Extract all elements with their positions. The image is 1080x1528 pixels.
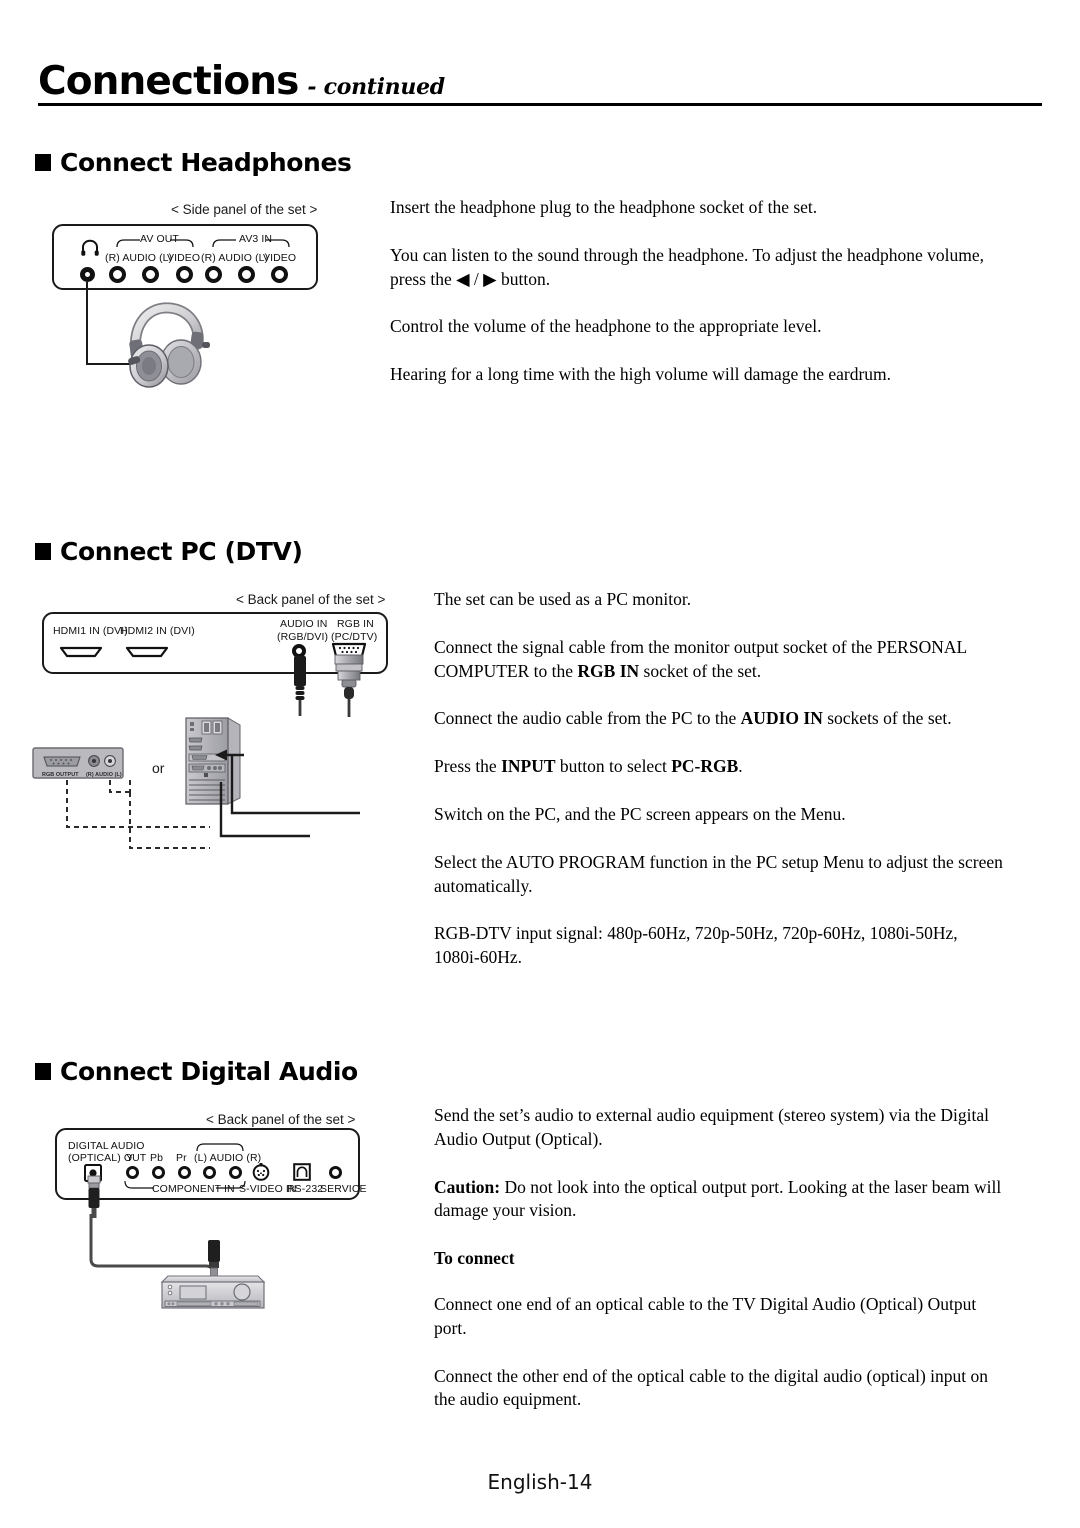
- section-heading-label: Connect Digital Audio: [60, 1057, 358, 1086]
- page-number-label: English-14: [487, 1470, 593, 1494]
- hdmi2-label: HDMI2 IN (DVI): [120, 625, 195, 637]
- component-y-label: Y: [126, 1152, 134, 1164]
- pc-or-label: or: [152, 760, 165, 776]
- hdmi2-port-icon: [125, 645, 169, 659]
- service-label: SERVICE: [320, 1183, 367, 1195]
- side-panel-caption: < Side panel of the set >: [171, 202, 318, 217]
- digital-audio-label-line2: (OPTICAL) OUT: [68, 1152, 147, 1164]
- component-in-label: COMPONENT IN: [152, 1183, 235, 1195]
- section-heading-label: Connect PC (DTV): [60, 537, 303, 566]
- component-pb-port: [152, 1166, 165, 1179]
- s-video-port-icon: [252, 1163, 270, 1181]
- rs232-label: RS-232: [287, 1183, 324, 1195]
- page-footer: English-14: [0, 1470, 1080, 1494]
- page-header: Connections - continued: [38, 62, 1042, 106]
- av3-in-audio-l-port: [238, 266, 255, 283]
- av-out-group-label: AV OUT: [140, 233, 179, 245]
- paragraph: Caution: Do not look into the optical ou…: [434, 1176, 1002, 1221]
- section-bullet-icon: [35, 1063, 51, 1080]
- paragraph: Press the INPUT button to select PC-RGB.: [434, 756, 743, 777]
- vga-plug-icon: [331, 654, 367, 717]
- page-title: Connections: [38, 59, 299, 104]
- headphones-illustration: [118, 300, 214, 388]
- section-heading-pc-dtv: Connect PC (DTV): [35, 537, 303, 566]
- pc-text-column: The set can be used as a PC monitor. Con…: [434, 588, 1004, 970]
- headphone-symbol-icon: [80, 239, 100, 256]
- section-heading-digital-audio: Connect Digital Audio: [35, 1057, 358, 1086]
- digital-audio-label-line1: DIGITAL AUDIO: [68, 1140, 145, 1152]
- section-heading-label: Connect Headphones: [60, 148, 352, 177]
- section-bullet-icon: [35, 154, 51, 171]
- av-out-video-label: VIDEO: [167, 252, 201, 264]
- pc-solid-wiring: [190, 752, 410, 872]
- component-pr-port: [178, 1166, 191, 1179]
- audio-lr-bracket: [196, 1142, 244, 1152]
- component-y-port: [126, 1166, 139, 1179]
- service-port: [329, 1166, 342, 1179]
- audio-in-label-line2: (RGB/DVI): [277, 631, 329, 643]
- paragraph: You can listen to the sound through the …: [390, 244, 985, 289]
- paragraph: Switch on the PC, and the PC screen appe…: [434, 803, 846, 824]
- audio-in-label-line1: AUDIO IN: [280, 618, 328, 630]
- av3-in-video-label: VIDEO: [263, 252, 297, 264]
- av-out-audio-r-port: [109, 266, 126, 283]
- paragraph: Select the AUTO PROGRAM function in the …: [434, 851, 1003, 896]
- av3-in-video-port: [271, 266, 288, 283]
- subheading: To connect: [434, 1248, 515, 1269]
- paragraph: Hearing for a long time with the high vo…: [390, 364, 892, 385]
- paragraph: The set can be used as a PC monitor.: [434, 589, 692, 609]
- hdmi1-port-icon: [59, 645, 103, 659]
- paragraph: Connect one end of an optical cable to t…: [434, 1293, 977, 1338]
- optical-cable-plug-top-icon: [85, 1175, 103, 1218]
- back-panel-caption-pc: < Back panel of the set >: [236, 592, 386, 607]
- paragraph: Insert the headphone plug to the headpho…: [390, 197, 818, 217]
- audio-cable-plug-icon: [288, 656, 312, 716]
- rs232-port-icon: [293, 1163, 311, 1181]
- stereo-receiver-illustration: [158, 1268, 268, 1318]
- paragraph: Connect the signal cable from the monito…: [434, 636, 967, 681]
- paragraph: Control the volume of the headphone to t…: [390, 316, 822, 337]
- audio-r-port: [229, 1166, 242, 1179]
- paragraph: Connect the other end of the optical cab…: [434, 1365, 989, 1410]
- headphone-jack-port: [80, 267, 95, 282]
- digital-audio-text-column: Send the set’s audio to external audio e…: [434, 1104, 1004, 1412]
- av3-in-audio-r-port: [205, 266, 222, 283]
- section-bullet-icon: [35, 543, 51, 560]
- page-subtitle: - continued: [307, 74, 445, 100]
- headphone-cable-vertical: [86, 282, 89, 365]
- component-pb-label: Pb: [150, 1152, 164, 1164]
- headphones-text-column: Insert the headphone plug to the headpho…: [390, 196, 1002, 387]
- paragraph: RGB-DTV input signal: 480p-60Hz, 720p-50…: [434, 923, 958, 968]
- rgb-in-label-line1: RGB IN: [337, 618, 374, 630]
- audio-l-port: [203, 1166, 216, 1179]
- av3-in-audio-label: (R) AUDIO (L): [201, 252, 269, 264]
- section-heading-headphones: Connect Headphones: [35, 148, 352, 177]
- back-panel-caption-audio: < Back panel of the set >: [206, 1112, 356, 1127]
- hdmi1-label: HDMI1 IN (DVI): [53, 625, 128, 637]
- av-out-audio-l-port: [142, 266, 159, 283]
- paragraph: Send the set’s audio to external audio e…: [434, 1105, 990, 1149]
- page-title-line: Connections - continued: [38, 62, 1042, 106]
- paragraph: Connect the audio cable from the PC to t…: [434, 708, 952, 729]
- component-pr-label: Pr: [176, 1152, 187, 1164]
- av3-in-group-label: AV3 IN: [239, 233, 273, 245]
- av-out-video-port: [176, 266, 193, 283]
- av-out-audio-label: (R) AUDIO (L): [105, 252, 173, 264]
